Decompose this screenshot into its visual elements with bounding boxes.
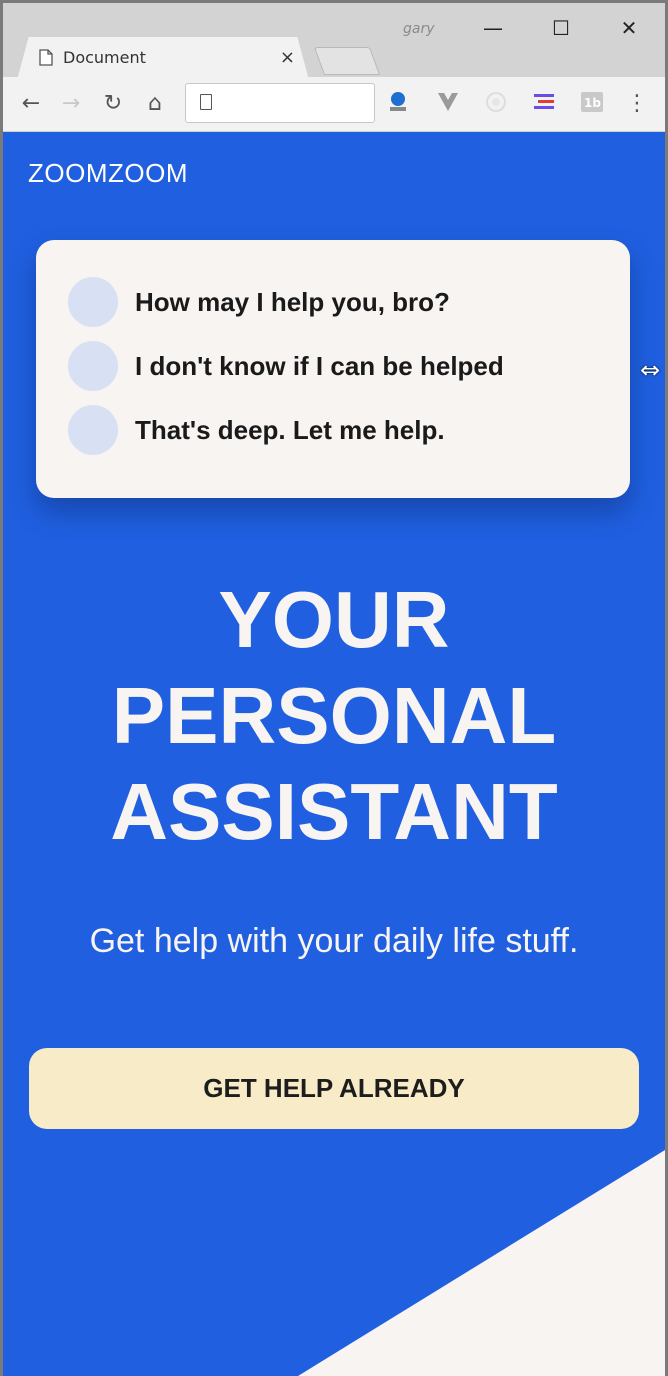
page-icon — [39, 49, 53, 66]
site-logo[interactable]: ZOOMZOOM — [28, 158, 188, 189]
headline-line: YOUR — [218, 575, 450, 664]
minimize-icon: — — [483, 16, 503, 40]
resize-cursor-icon: ⇔ — [640, 356, 661, 384]
chat-message-text: How may I help you, bro? — [135, 286, 450, 317]
camera-icon[interactable] — [483, 89, 509, 115]
chat-message: How may I help you, bro? — [68, 276, 450, 328]
headline-line: ASSISTANT — [110, 767, 558, 856]
chat-message-text: I don't know if I can be helped — [135, 350, 504, 381]
browser-menu-button[interactable]: ⋮ — [623, 89, 651, 117]
browser-window: Document × gary — ☐ ✕ ← → ↻ ⌂ 1b ⋮ ZOOMZ… — [0, 0, 668, 1376]
back-arrow-icon: ← — [21, 90, 41, 116]
title-bar: Document × gary — ☐ ✕ — [3, 3, 665, 80]
bookmark-manager-icon[interactable] — [385, 89, 411, 115]
address-bar[interactable] — [185, 83, 375, 123]
svg-text:1b: 1b — [584, 96, 601, 110]
chat-card: How may I help you, bro? I don't know if… — [36, 240, 630, 498]
tab-close-icon[interactable]: × — [280, 47, 295, 68]
get-help-button[interactable]: GET HELP ALREADY — [29, 1048, 639, 1129]
home-icon: ⌂ — [148, 90, 162, 116]
tab-document[interactable]: Document × — [17, 37, 309, 80]
page-viewport: ZOOMZOOM How may I help you, bro? I don'… — [3, 132, 665, 1376]
hero-headline: YOUR PERSONAL ASSISTANT — [3, 572, 665, 860]
chat-message: That's deep. Let me help. — [68, 404, 445, 456]
avatar — [68, 405, 118, 455]
tab-title: Document — [63, 48, 146, 67]
new-tab-button[interactable] — [313, 47, 381, 75]
chat-message-text: That's deep. Let me help. — [135, 414, 445, 445]
1b-extension-icon[interactable]: 1b — [579, 89, 605, 115]
chat-message: I don't know if I can be helped — [68, 340, 504, 392]
menu-dots-icon: ⋮ — [626, 90, 648, 116]
minimize-button[interactable]: — — [471, 13, 515, 43]
headline-line: PERSONAL — [111, 671, 557, 760]
page-info-icon[interactable] — [200, 94, 212, 110]
browser-toolbar: ← → ↻ ⌂ 1b ⋮ — [3, 77, 665, 132]
avatar — [68, 341, 118, 391]
vue-devtools-icon[interactable] — [435, 89, 461, 115]
maximize-icon: ☐ — [552, 16, 570, 40]
home-button[interactable]: ⌂ — [141, 89, 169, 117]
menu-lines-icon[interactable] — [531, 89, 557, 115]
close-window-button[interactable]: ✕ — [607, 13, 651, 43]
profile-name[interactable]: gary — [403, 21, 435, 37]
close-icon: ✕ — [620, 16, 638, 40]
avatar — [68, 277, 118, 327]
forward-button[interactable]: → — [57, 89, 85, 117]
reload-button[interactable]: ↻ — [99, 89, 127, 117]
back-button[interactable]: ← — [17, 89, 45, 117]
reload-icon: ↻ — [103, 90, 123, 116]
maximize-button[interactable]: ☐ — [539, 13, 583, 43]
hero-subheading: Get help with your daily life stuff. — [89, 922, 579, 960]
forward-arrow-icon: → — [61, 90, 81, 116]
